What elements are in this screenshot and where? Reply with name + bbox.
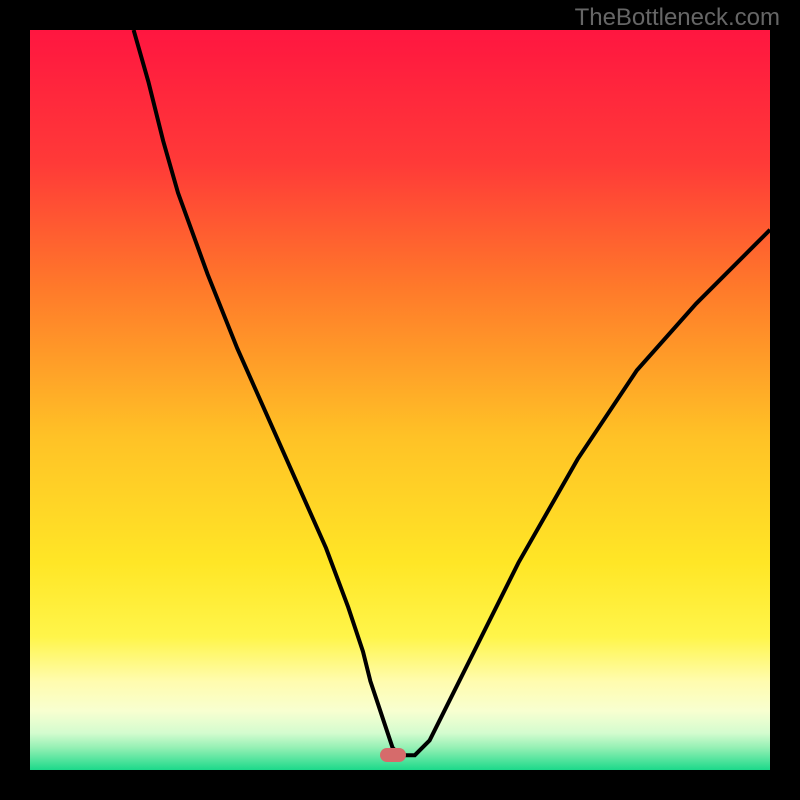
watermark-text: TheBottleneck.com xyxy=(575,4,780,32)
bottleneck-curve xyxy=(30,30,770,770)
optimal-marker xyxy=(380,748,406,762)
chart-container: TheBottleneck.com xyxy=(0,0,800,800)
plot-area xyxy=(30,30,770,770)
